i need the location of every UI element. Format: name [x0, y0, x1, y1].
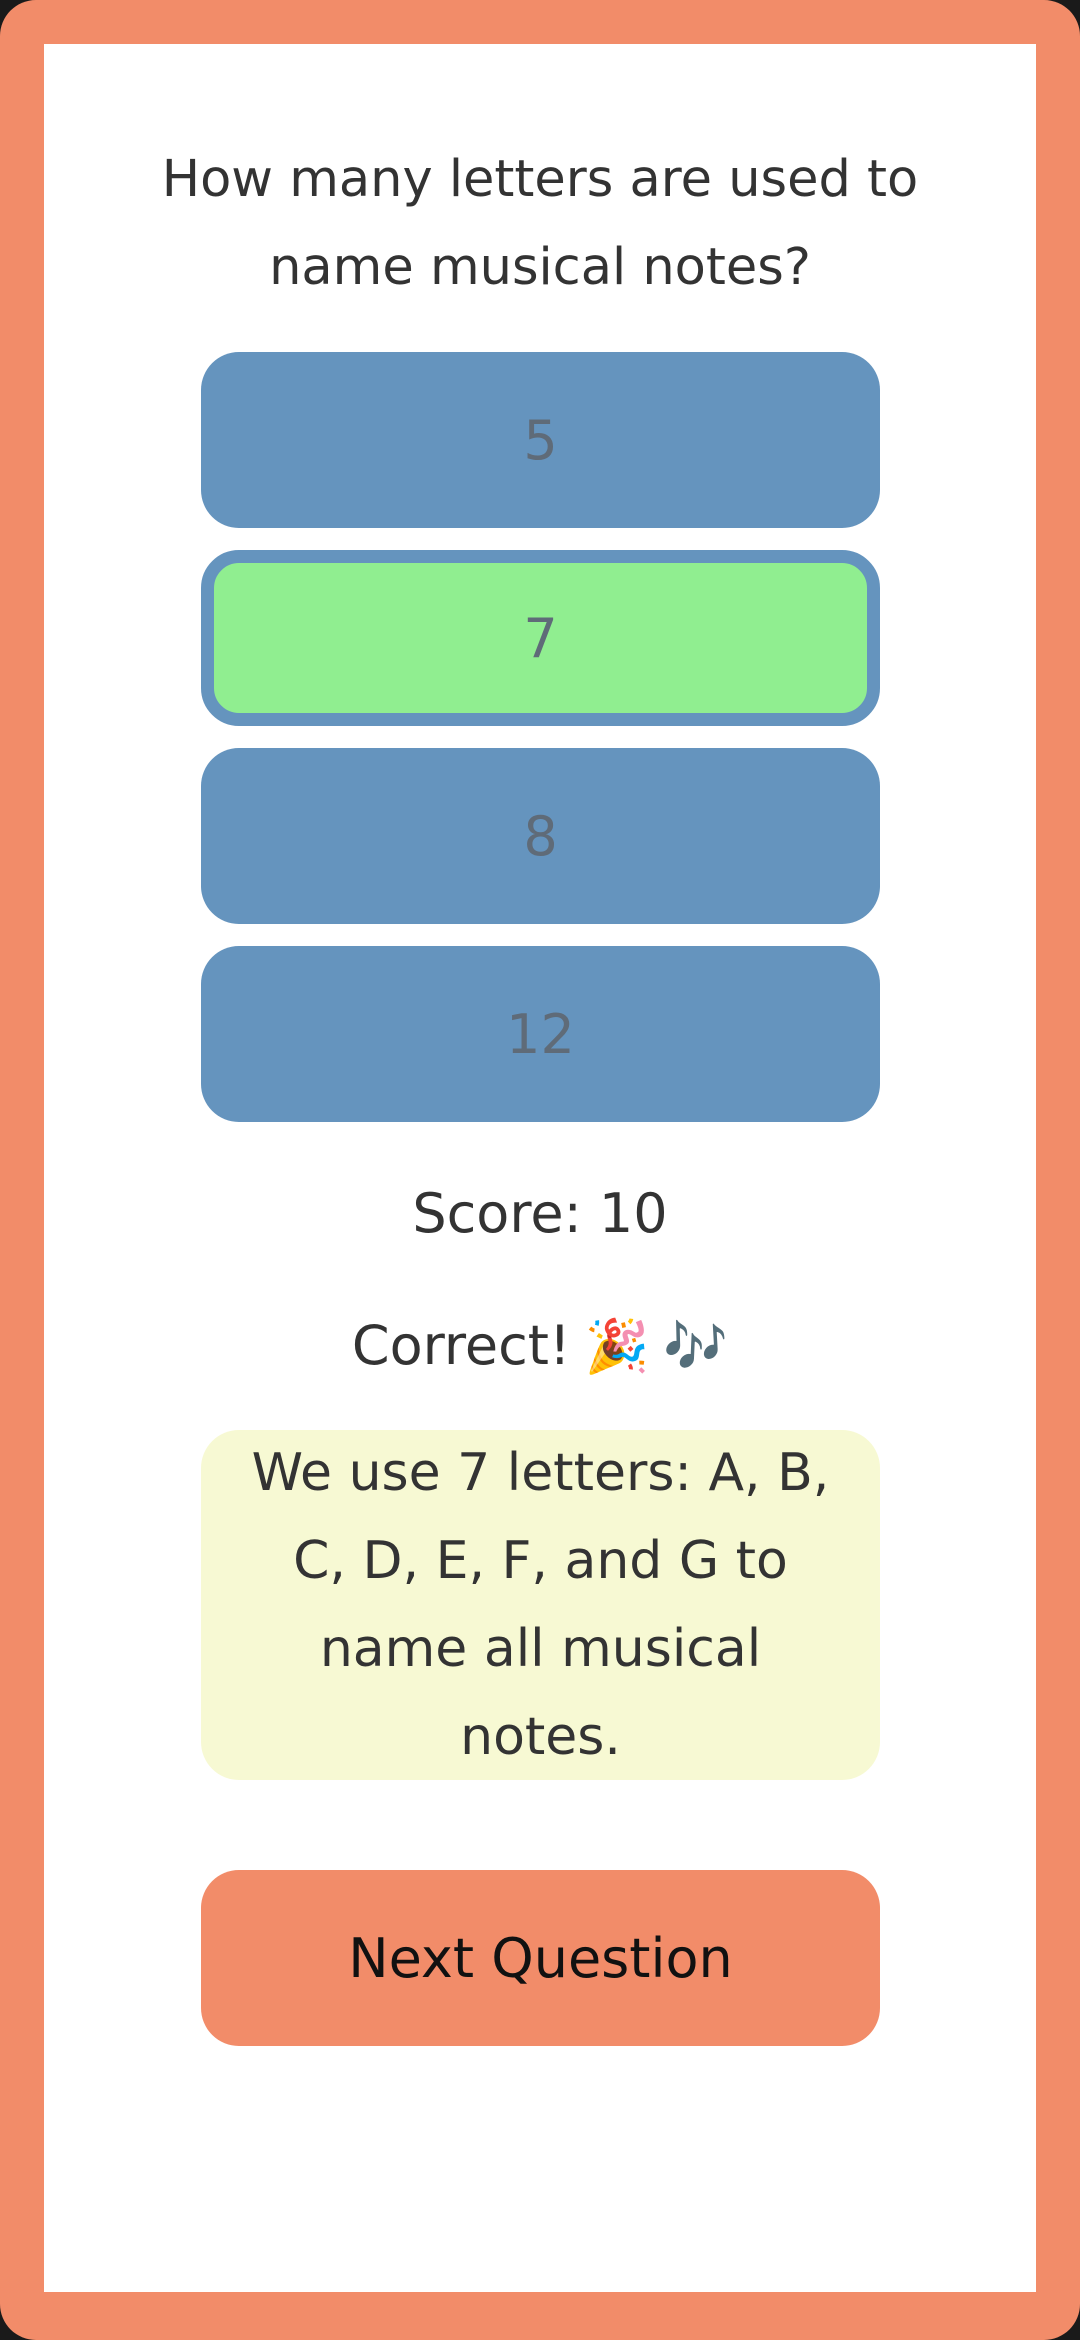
next-question-button[interactable]: Next Question [201, 1870, 880, 2046]
musical-notes-icon: 🎶 [663, 1317, 729, 1377]
answer-option-7-selected[interactable]: 7 [201, 550, 880, 726]
party-popper-icon: 🎉 [584, 1317, 650, 1377]
explanation-box: We use 7 letters: A, B, C, D, E, F, and … [201, 1430, 880, 1780]
next-question-label: Next Question [348, 1926, 733, 1990]
answer-option-5[interactable]: 5 [201, 352, 880, 528]
score-display: Score: 10 [412, 1182, 668, 1245]
feedback-text: Correct! [351, 1314, 571, 1377]
answer-option-label: 8 [523, 804, 558, 868]
answer-option-12[interactable]: 12 [201, 946, 880, 1122]
answer-option-label: 5 [523, 408, 558, 472]
explanation-text: We use 7 letters: A, B, C, D, E, F, and … [251, 1443, 830, 1767]
answer-option-label: 7 [523, 606, 558, 670]
question-text: How many letters are used to name musica… [161, 150, 919, 297]
feedback-message: Correct! 🎉 🎶 [0, 1304, 1080, 1389]
answer-option-8[interactable]: 8 [201, 748, 880, 924]
answer-option-label: 12 [506, 1002, 575, 1066]
